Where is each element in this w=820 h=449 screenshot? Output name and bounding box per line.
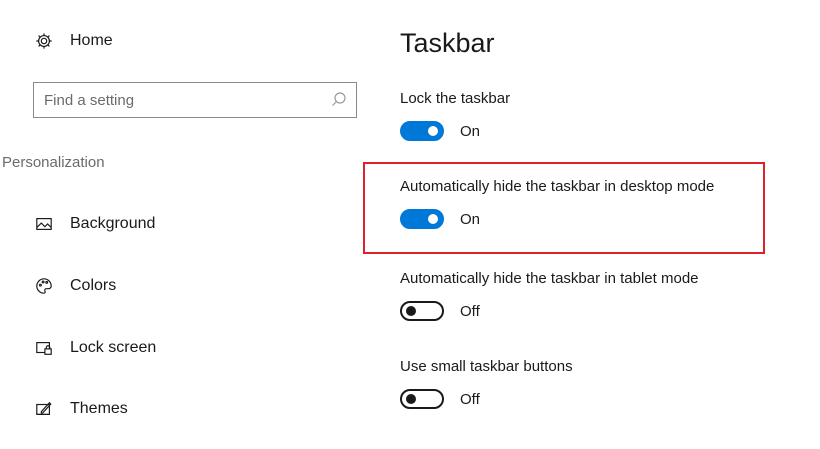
picture-icon <box>34 214 54 234</box>
sidebar-item-lock-screen[interactable]: Lock screen <box>34 338 156 358</box>
sidebar-item-label: Home <box>70 32 113 49</box>
sidebar-item-home[interactable]: Home <box>34 31 113 51</box>
toggle-knob <box>406 306 416 316</box>
small-buttons-toggle[interactable] <box>400 389 444 409</box>
toggle-knob <box>428 126 438 136</box>
sidebar-item-themes[interactable]: Themes <box>34 399 128 419</box>
setting-label: Use small taskbar buttons <box>400 358 573 375</box>
toggle-state: On <box>460 122 481 140</box>
setting-autohide-tablet: Automatically hide the taskbar in tablet… <box>400 270 699 321</box>
toggle-state: Off <box>460 302 480 320</box>
sidebar-item-label: Lock screen <box>70 339 157 356</box>
page-title: Taskbar <box>400 28 495 58</box>
setting-label: Lock the taskbar <box>400 90 511 107</box>
autohide-tablet-toggle[interactable] <box>400 301 444 321</box>
sidebar-item-label: Colors <box>70 277 117 294</box>
setting-lock-taskbar: Lock the taskbar On <box>400 90 510 141</box>
gear-icon <box>34 31 54 51</box>
sidebar-item-colors[interactable]: Colors <box>34 276 116 296</box>
palette-icon <box>34 276 54 296</box>
sidebar-item-background[interactable]: Background <box>34 214 155 234</box>
settings-window: Home Personalization Background <box>0 0 820 449</box>
themes-icon <box>34 399 54 419</box>
search-input[interactable] <box>34 90 326 110</box>
lock-taskbar-toggle[interactable] <box>400 121 444 141</box>
toggle-knob <box>406 394 416 404</box>
sidebar-item-label: Background <box>70 215 156 232</box>
sidebar-item-label: Themes <box>70 400 128 417</box>
setting-label: Automatically hide the taskbar in tablet… <box>400 270 699 287</box>
sidebar: Home Personalization Background <box>0 0 370 449</box>
section-label: Personalization <box>2 154 105 171</box>
lock-screen-icon <box>34 338 54 358</box>
highlight-box <box>363 162 765 254</box>
toggle-state: Off <box>460 390 480 408</box>
search-icon[interactable] <box>330 91 348 109</box>
search-box[interactable] <box>33 82 357 118</box>
setting-small-buttons: Use small taskbar buttons Off <box>400 358 573 409</box>
